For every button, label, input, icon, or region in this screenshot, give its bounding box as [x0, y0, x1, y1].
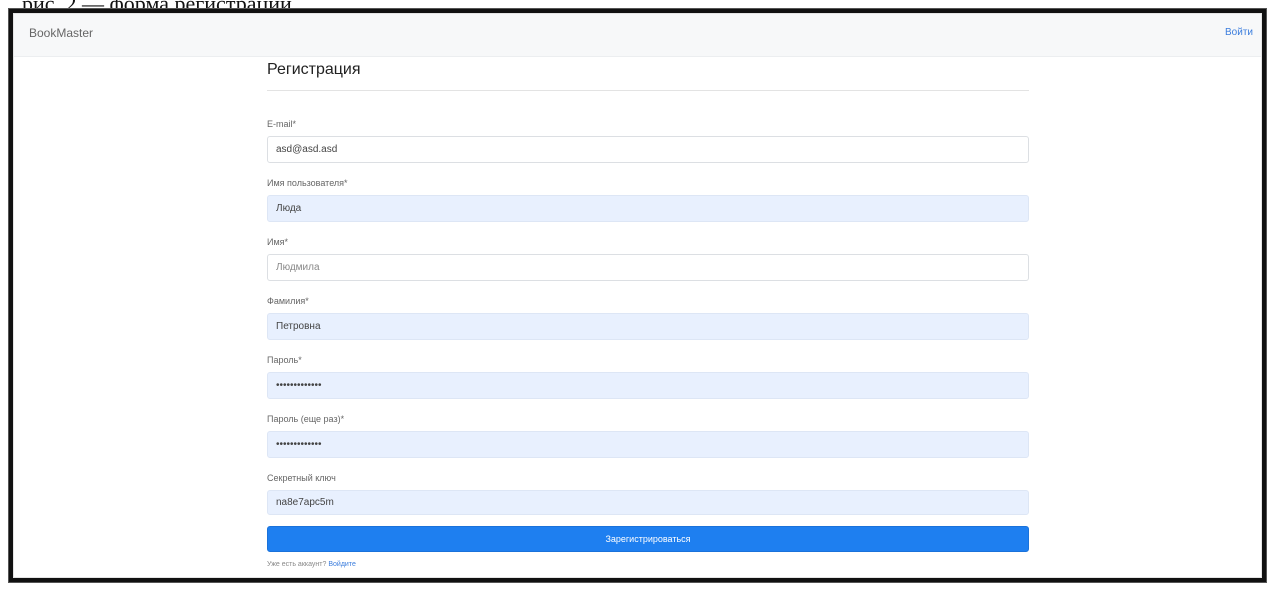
title-divider — [267, 90, 1029, 91]
secret-key-field[interactable] — [267, 490, 1029, 515]
email-label: E-mail* — [267, 119, 297, 129]
last-name-field[interactable] — [267, 313, 1029, 340]
login-link[interactable]: Войти — [1225, 27, 1253, 38]
last-name-label: Фамилия* — [267, 296, 309, 306]
login-prompt-link[interactable]: Войдите — [328, 561, 356, 568]
email-field[interactable] — [267, 136, 1029, 163]
username-field[interactable] — [267, 195, 1029, 222]
password-confirm-label: Пароль (еще раз)* — [267, 414, 345, 424]
register-button[interactable]: Зарегистрироваться — [267, 526, 1029, 552]
browser-viewport: BookMaster Войти Регистрация E-mail* Имя… — [13, 13, 1262, 578]
password-label: Пароль* — [267, 355, 302, 365]
page-title: Регистрация — [267, 61, 361, 78]
first-name-field[interactable] — [267, 254, 1029, 281]
secret-key-label: Секретный ключ — [267, 473, 336, 483]
brand-logo-text[interactable]: BookMaster — [29, 26, 93, 40]
username-label: Имя пользователя* — [267, 178, 348, 188]
password-confirm-field[interactable] — [267, 431, 1029, 458]
navbar: BookMaster Войти — [14, 14, 1261, 57]
password-field[interactable] — [267, 372, 1029, 399]
first-name-label: Имя* — [267, 237, 289, 247]
login-prompt-text: Уже есть аккаунт? — [267, 561, 327, 568]
login-prompt: Уже есть аккаунт? Войдите — [267, 561, 356, 568]
